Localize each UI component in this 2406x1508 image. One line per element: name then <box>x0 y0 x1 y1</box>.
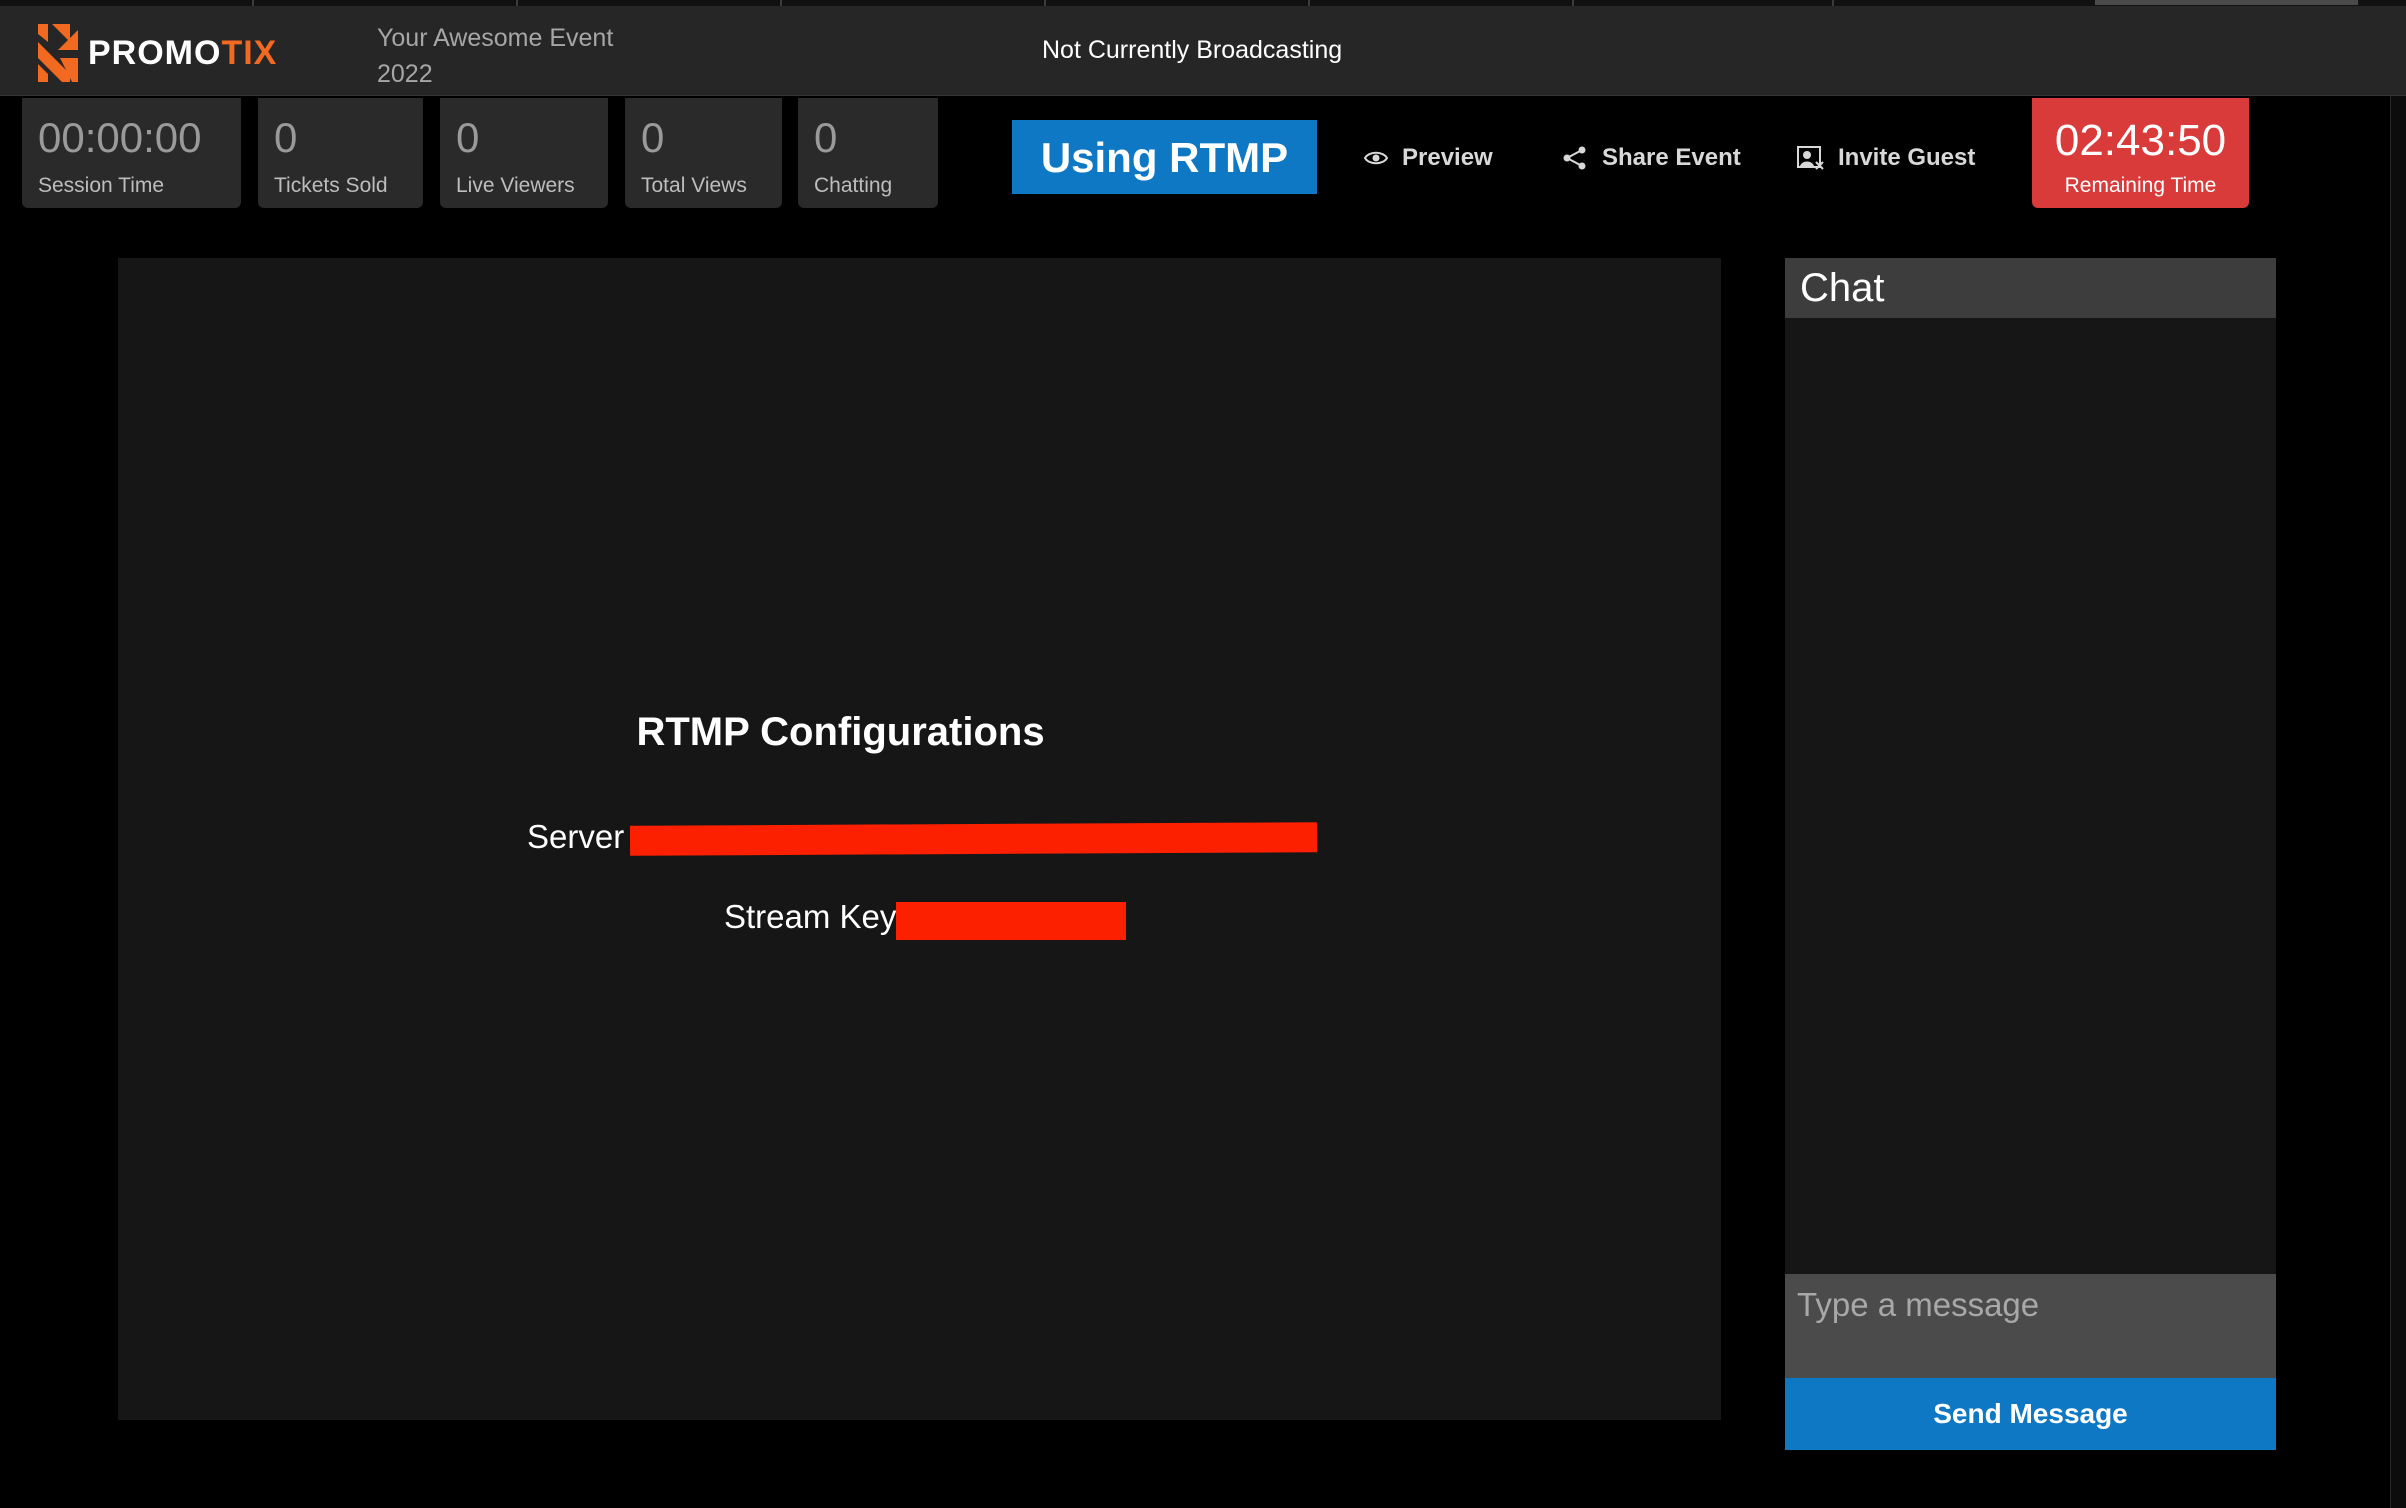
window-edge <box>2390 0 2406 1508</box>
chat-message-input[interactable] <box>1785 1274 2276 1378</box>
tab-divider <box>1832 0 1834 6</box>
broadcast-status: Not Currently Broadcasting <box>1042 36 1343 64</box>
rtmp-config-title: RTMP Configurations <box>636 710 1045 754</box>
active-tab-indicator <box>2095 0 2358 5</box>
remaining-time: 02:43:50 Remaining Time <box>2032 98 2249 208</box>
remaining-time-label: Remaining Time <box>2064 174 2217 197</box>
logo-text: PROMOTIX <box>88 34 277 73</box>
tab-divider <box>1044 0 1046 6</box>
stat-value: 0 <box>456 114 480 161</box>
chat-messages[interactable] <box>1785 318 2276 1274</box>
tab-divider <box>516 0 518 6</box>
stat-value: 00:00:00 <box>38 114 202 161</box>
stat-label: Live Viewers <box>456 174 575 197</box>
top-bar: PROMOTIX Your Awesome Event 2022 Not Cur… <box>0 0 2406 96</box>
tab-strip <box>0 0 2406 6</box>
stat-chatting: 0 Chatting <box>798 98 938 208</box>
tab-divider <box>1308 0 1310 6</box>
event-title: Your Awesome Event 2022 <box>377 24 614 88</box>
stream-key-value-redacted <box>896 902 1126 940</box>
using-rtmp-button[interactable]: Using RTMP <box>1012 120 1317 194</box>
invite-guest-label: Invite Guest <box>1838 144 1976 171</box>
promotix-logo[interactable]: PROMOTIX <box>36 20 277 86</box>
chat-panel: Chat Send Message <box>1785 258 2276 1450</box>
stat-label: Tickets Sold <box>274 174 388 197</box>
chat-header: Chat <box>1785 258 2276 318</box>
tab-divider <box>780 0 782 6</box>
stat-value: 0 <box>814 114 838 161</box>
chat-title: Chat <box>1800 266 1885 310</box>
logo-text-white: PROMO <box>88 33 222 72</box>
eye-icon <box>1364 151 1388 165</box>
stat-label: Chatting <box>814 174 893 197</box>
invite-guest-button[interactable]: Invite Guest <box>1796 138 1975 178</box>
logo-mark-icon <box>38 24 78 82</box>
invite-icon <box>1797 146 1824 170</box>
share-event-label: Share Event <box>1602 144 1741 171</box>
stat-total-views: 0 Total Views <box>625 98 782 208</box>
stream-key-label: Stream Key <box>724 898 897 935</box>
preview-label: Preview <box>1402 144 1493 171</box>
share-event-button[interactable]: Share Event <box>1562 138 1741 178</box>
stat-session-time: 00:00:00 Session Time <box>22 98 241 208</box>
stream-stage: RTMP Configurations Server Stream Key <box>118 258 1721 1420</box>
logo-text-orange: TIX <box>221 33 278 72</box>
share-icon <box>1563 146 1586 170</box>
tab-divider <box>1572 0 1574 6</box>
stat-label: Total Views <box>641 174 747 197</box>
tab-divider <box>252 0 254 6</box>
stat-tickets-sold: 0 Tickets Sold <box>258 98 423 208</box>
stat-value: 0 <box>641 114 665 161</box>
stat-label: Session Time <box>38 174 165 197</box>
preview-button[interactable]: Preview <box>1364 138 1493 178</box>
remaining-time-value: 02:43:50 <box>2054 116 2227 165</box>
server-label: Server <box>527 818 625 855</box>
server-value-redacted <box>629 822 1318 856</box>
send-message-button[interactable]: Send Message <box>1785 1378 2276 1450</box>
stat-value: 0 <box>274 114 298 161</box>
stat-live-viewers: 0 Live Viewers <box>440 98 608 208</box>
